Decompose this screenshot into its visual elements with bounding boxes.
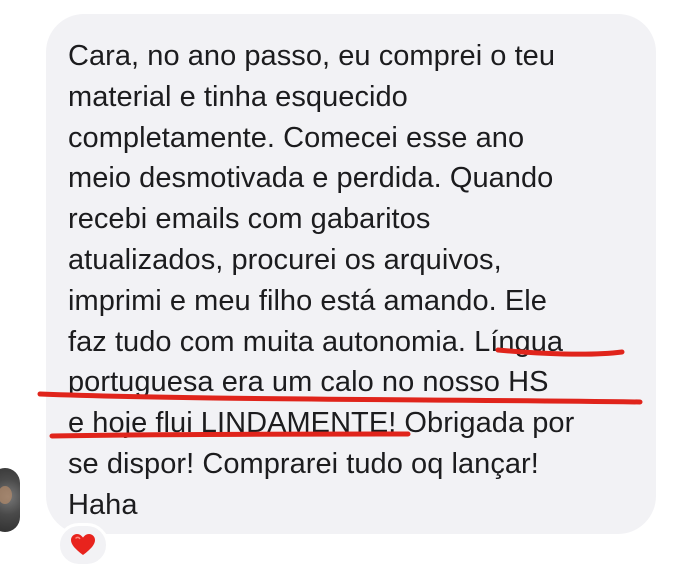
message-screenshot: Cara, no ano passo, eu comprei o teu mat… [0,0,680,565]
avatar[interactable] [0,468,20,532]
reaction-badge[interactable] [57,523,109,565]
message-bubble[interactable]: Cara, no ano passo, eu comprei o teu mat… [46,14,656,534]
heart-icon [70,533,96,557]
message-text: Cara, no ano passo, eu comprei o teu mat… [68,40,575,521]
